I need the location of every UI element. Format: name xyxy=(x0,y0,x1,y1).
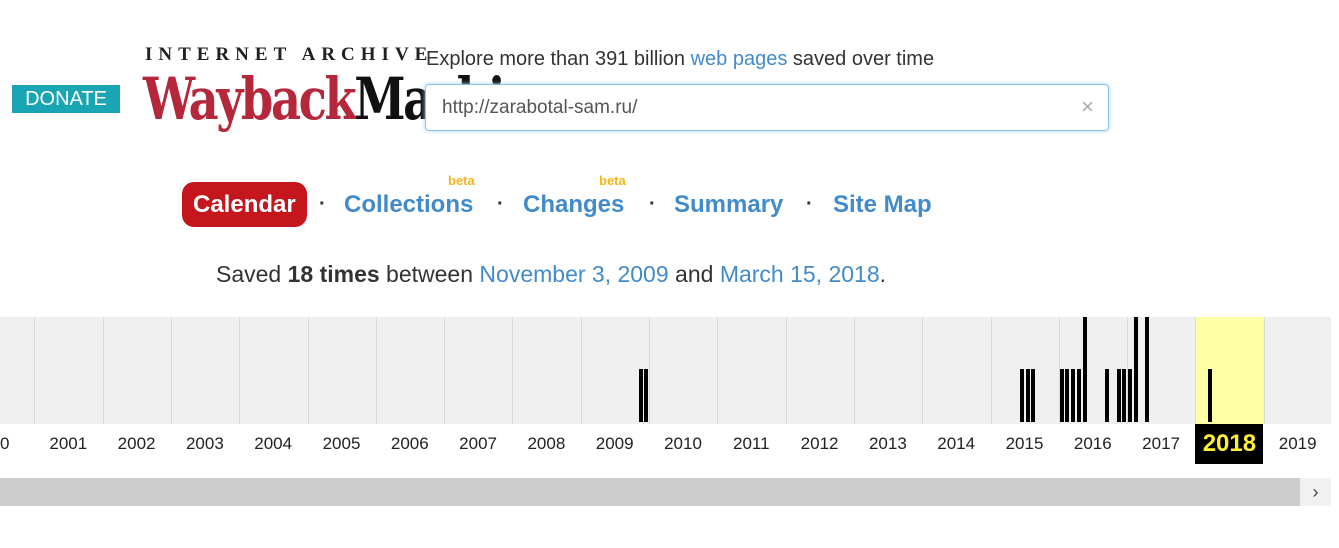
year-axis: 0020012002200320042005200620072008200920… xyxy=(0,424,1331,464)
year-label-2004[interactable]: 2004 xyxy=(239,424,307,464)
tab-site-map[interactable]: Site Map xyxy=(833,182,932,227)
summary-and: and xyxy=(668,261,720,287)
first-capture-link[interactable]: November 3, 2009 xyxy=(479,261,668,287)
year-label-2007[interactable]: 2007 xyxy=(444,424,512,464)
last-capture-link[interactable]: March 15, 2018 xyxy=(720,261,880,287)
year-label-2014[interactable]: 2014 xyxy=(922,424,990,464)
horizontal-scrollbar[interactable] xyxy=(0,478,1300,506)
scroll-right-icon[interactable]: › xyxy=(1300,478,1331,506)
summary-between: between xyxy=(379,261,480,287)
year-label-2013[interactable]: 2013 xyxy=(854,424,922,464)
selected-year-highlight xyxy=(1195,317,1264,424)
year-gridline xyxy=(717,317,718,424)
year-label-2009[interactable]: 2009 xyxy=(581,424,649,464)
year-gridline xyxy=(786,317,787,424)
year-gridline xyxy=(991,317,992,424)
web-pages-link[interactable]: web pages xyxy=(691,48,788,70)
tagline-prefix: Explore more than 391 billion xyxy=(426,48,691,70)
year-label-2008[interactable]: 2008 xyxy=(512,424,580,464)
year-gridline xyxy=(308,317,309,424)
wayback-machine-logo[interactable]: INTERNET ARCHIVE WaybackMachine xyxy=(143,44,564,140)
capture-bar-2016-12[interactable] xyxy=(1122,369,1126,422)
year-gridline xyxy=(376,317,377,424)
year-label-2005[interactable]: 2005 xyxy=(308,424,376,464)
collections-beta-badge: beta xyxy=(448,173,475,188)
summary-end: . xyxy=(879,261,887,287)
capture-bar-2016-11[interactable] xyxy=(1117,369,1121,422)
year-label-2019[interactable]: 2019 xyxy=(1264,424,1331,464)
year-gridline xyxy=(444,317,445,424)
year-gridline xyxy=(34,317,35,424)
capture-bar-2018-3[interactable] xyxy=(1208,369,1212,422)
nav-separator: · xyxy=(497,193,504,215)
year-gridline xyxy=(854,317,855,424)
capture-bar-2009-12[interactable] xyxy=(644,369,648,422)
year-label-2003[interactable]: 2003 xyxy=(171,424,239,464)
capture-bar-2017-4[interactable] xyxy=(1145,317,1149,422)
year-label-00[interactable]: 00 xyxy=(0,424,34,464)
year-gridline xyxy=(581,317,582,424)
year-gridline xyxy=(649,317,650,424)
tab-calendar[interactable]: Calendar xyxy=(182,182,307,227)
year-gridline xyxy=(512,317,513,424)
year-gridline xyxy=(239,317,240,424)
capture-bar-2016-4[interactable] xyxy=(1077,369,1081,422)
nav-separator: · xyxy=(319,193,326,215)
nav-separator: · xyxy=(649,193,656,215)
year-label-2002[interactable]: 2002 xyxy=(103,424,171,464)
donate-button[interactable]: DONATE xyxy=(12,85,120,113)
year-label-2015[interactable]: 2015 xyxy=(991,424,1059,464)
year-label-2018[interactable]: 2018 xyxy=(1195,424,1264,464)
tab-summary[interactable]: Summary xyxy=(674,182,783,227)
changes-beta-badge: beta xyxy=(599,173,626,188)
capture-bar-2015-7[interactable] xyxy=(1026,369,1030,422)
year-label-2006[interactable]: 2006 xyxy=(376,424,444,464)
nav-separator: · xyxy=(806,193,813,215)
year-label-2017[interactable]: 2017 xyxy=(1127,424,1195,464)
capture-bar-2017-1[interactable] xyxy=(1128,369,1132,422)
capture-bar-2016-1[interactable] xyxy=(1060,369,1064,422)
capture-count: 18 times xyxy=(287,261,380,287)
tab-changes[interactable]: Changes xyxy=(523,182,624,227)
summary-prefix: Saved xyxy=(216,261,288,287)
capture-bar-2016-9[interactable] xyxy=(1105,369,1109,422)
capture-bar-2015-8[interactable] xyxy=(1031,369,1035,422)
year-gridline xyxy=(103,317,104,424)
capture-bar-2017-2[interactable] xyxy=(1134,317,1138,422)
capture-bar-2009-11[interactable] xyxy=(639,369,643,422)
capture-bar-2016-2[interactable] xyxy=(1065,369,1069,422)
year-gridline xyxy=(1195,317,1196,424)
capture-bar-2016-5[interactable] xyxy=(1083,317,1087,422)
year-gridline xyxy=(922,317,923,424)
year-label-2012[interactable]: 2012 xyxy=(786,424,854,464)
year-label-2011[interactable]: 2011 xyxy=(717,424,785,464)
year-label-2001[interactable]: 2001 xyxy=(34,424,102,464)
year-label-2010[interactable]: 2010 xyxy=(649,424,717,464)
clear-icon[interactable]: × xyxy=(1081,94,1094,120)
tagline-suffix: saved over time xyxy=(787,48,935,70)
capture-bar-2016-3[interactable] xyxy=(1071,369,1075,422)
capture-summary: Saved 18 times between November 3, 2009 … xyxy=(216,261,886,288)
capture-timeline-chart[interactable] xyxy=(0,317,1331,424)
url-search-box: × xyxy=(425,84,1109,131)
url-search-input[interactable] xyxy=(442,85,1062,130)
capture-bar-2015-6[interactable] xyxy=(1020,369,1024,422)
tagline: Explore more than 391 billion web pages … xyxy=(426,48,934,71)
tab-collections[interactable]: Collections xyxy=(344,182,473,227)
year-gridline xyxy=(171,317,172,424)
logo-internet-archive-text: INTERNET ARCHIVE xyxy=(145,44,434,65)
year-label-2016[interactable]: 2016 xyxy=(1059,424,1127,464)
logo-word-wayback: Wayback xyxy=(143,65,357,133)
year-gridline xyxy=(1264,317,1265,424)
